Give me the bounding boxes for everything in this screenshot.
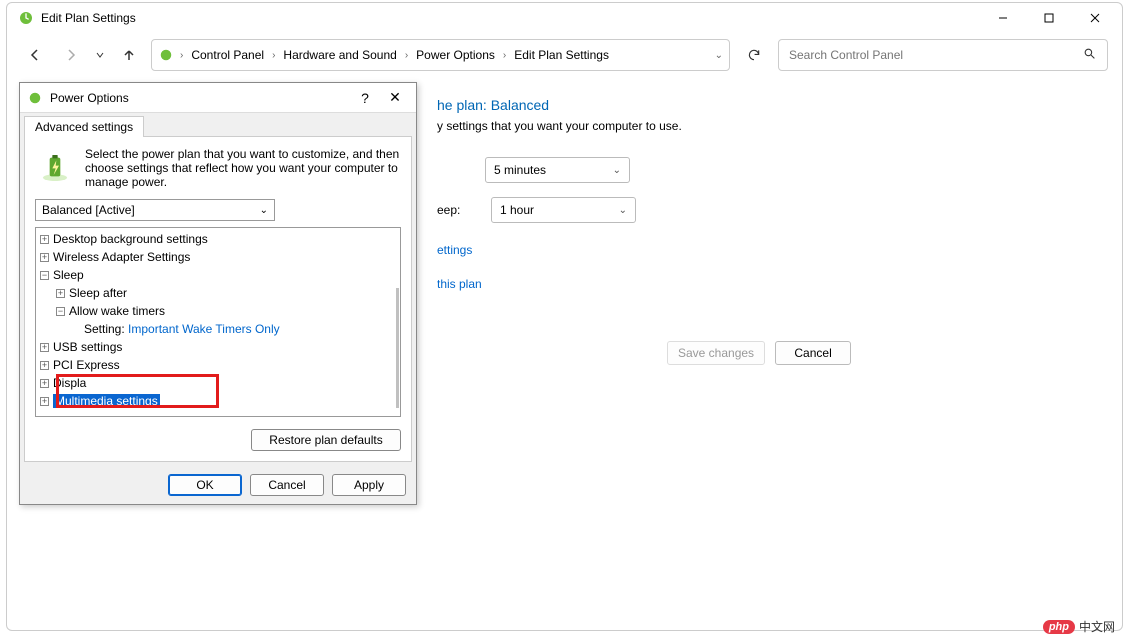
dialog-button-row: OK Cancel Apply <box>20 466 416 504</box>
display-timeout-select[interactable]: 5 minutes ⌄ <box>485 157 630 183</box>
recent-dropdown[interactable] <box>93 41 107 69</box>
window-title: Edit Plan Settings <box>41 11 136 25</box>
tree-item-display[interactable]: +Displa <box>38 374 398 392</box>
watermark-text: 中文网 <box>1079 618 1115 635</box>
page-subtext: y settings that you want your computer t… <box>437 119 1092 133</box>
back-button[interactable] <box>21 41 49 69</box>
dialog-cancel-button[interactable]: Cancel <box>250 474 324 496</box>
tree-item-usb[interactable]: +USB settings <box>38 338 398 356</box>
minimize-button[interactable] <box>980 3 1026 33</box>
expand-icon[interactable]: + <box>40 361 49 370</box>
chevron-right-icon: › <box>272 50 275 61</box>
power-options-dialog: Power Options ? ✕ Advanced settings Sele… <box>19 82 417 505</box>
restore-defaults-button[interactable]: Restore plan defaults <box>251 429 401 451</box>
tree-item-pci[interactable]: +PCI Express <box>38 356 398 374</box>
titlebar: Edit Plan Settings <box>7 3 1122 33</box>
sleep-timeout-value: 1 hour <box>500 203 534 217</box>
sleep-label: eep: <box>437 203 457 217</box>
chevron-right-icon: › <box>503 50 506 61</box>
breadcrumb-power[interactable]: Power Options <box>414 48 497 62</box>
dialog-icon <box>26 89 44 107</box>
breadcrumb-hardware[interactable]: Hardware and Sound <box>281 48 398 62</box>
breadcrumb-control-panel[interactable]: Control Panel <box>189 48 266 62</box>
dialog-titlebar: Power Options ? ✕ <box>20 83 416 113</box>
wake-timer-value[interactable]: Important Wake Timers Only <box>128 322 280 336</box>
chevron-right-icon: › <box>180 50 183 61</box>
help-button[interactable]: ? <box>350 90 380 106</box>
app-icon <box>17 9 35 27</box>
watermark-pill: php <box>1043 620 1075 634</box>
dialog-title: Power Options <box>50 91 350 105</box>
tree-item-wake-timers[interactable]: −Allow wake timers <box>54 302 398 320</box>
ok-button[interactable]: OK <box>168 474 242 496</box>
page-heading: he plan: Balanced <box>437 97 1092 113</box>
dialog-description: Select the power plan that you want to c… <box>85 147 401 189</box>
settings-tree[interactable]: +Desktop background settings +Wireless A… <box>35 227 401 417</box>
plan-select[interactable]: Balanced [Active] ⌄ <box>35 199 275 221</box>
watermark: php 中文网 <box>1043 618 1115 635</box>
apply-button[interactable]: Apply <box>332 474 406 496</box>
tree-scrollbar[interactable] <box>396 288 399 408</box>
tree-item-desktop-bg[interactable]: +Desktop background settings <box>38 230 398 248</box>
chevron-down-icon: ⌄ <box>619 205 627 216</box>
tree-item-wake-timer-setting[interactable]: Setting: Important Wake Timers Only <box>70 320 398 338</box>
collapse-icon[interactable]: − <box>40 271 49 280</box>
maximize-button[interactable] <box>1026 3 1072 33</box>
advanced-link[interactable]: ettings <box>437 243 1092 257</box>
sleep-timeout-select[interactable]: 1 hour ⌄ <box>491 197 636 223</box>
search-input[interactable] <box>787 47 1079 63</box>
expand-icon[interactable]: + <box>40 379 49 388</box>
page-content: he plan: Balanced y settings that you wa… <box>407 77 1122 311</box>
chevron-right-icon: › <box>405 50 408 61</box>
refresh-button[interactable] <box>738 39 770 71</box>
expand-icon[interactable]: + <box>40 343 49 352</box>
chevron-down-icon: ⌄ <box>613 165 621 176</box>
address-bar[interactable]: › Control Panel › Hardware and Sound › P… <box>151 39 730 71</box>
tab-strip: Advanced settings <box>20 113 416 136</box>
search-icon[interactable] <box>1079 47 1099 63</box>
dialog-close-button[interactable]: ✕ <box>380 89 410 106</box>
tab-advanced[interactable]: Advanced settings <box>24 116 144 137</box>
nav-row: › Control Panel › Hardware and Sound › P… <box>7 33 1122 77</box>
address-expand-icon[interactable]: ⌄ <box>715 50 723 61</box>
display-timeout-value: 5 minutes <box>494 163 546 177</box>
search-box[interactable] <box>778 39 1108 71</box>
cancel-button[interactable]: Cancel <box>775 341 851 365</box>
tree-item-multimedia[interactable]: +Multimedia settings <box>38 392 398 410</box>
expand-icon[interactable]: + <box>40 253 49 262</box>
restore-link[interactable]: this plan <box>437 277 1092 291</box>
dialog-body: Select the power plan that you want to c… <box>24 136 412 462</box>
expand-icon[interactable]: + <box>56 289 65 298</box>
chevron-down-icon: ⌄ <box>260 205 268 216</box>
battery-icon <box>35 147 75 187</box>
plan-selected-value: Balanced [Active] <box>42 203 135 217</box>
save-button[interactable]: Save changes <box>667 341 765 365</box>
forward-button[interactable] <box>57 41 85 69</box>
page-button-row: Save changes Cancel <box>667 341 1122 365</box>
close-button[interactable] <box>1072 3 1118 33</box>
collapse-icon[interactable]: − <box>56 307 65 316</box>
breadcrumb-edit-plan[interactable]: Edit Plan Settings <box>512 48 611 62</box>
expand-icon[interactable]: + <box>40 397 49 406</box>
address-icon <box>158 47 174 63</box>
tree-item-sleep-after[interactable]: +Sleep after <box>54 284 398 302</box>
expand-icon[interactable]: + <box>40 235 49 244</box>
tree-item-sleep[interactable]: −Sleep <box>38 266 398 284</box>
tree-item-wireless[interactable]: +Wireless Adapter Settings <box>38 248 398 266</box>
up-button[interactable] <box>115 41 143 69</box>
